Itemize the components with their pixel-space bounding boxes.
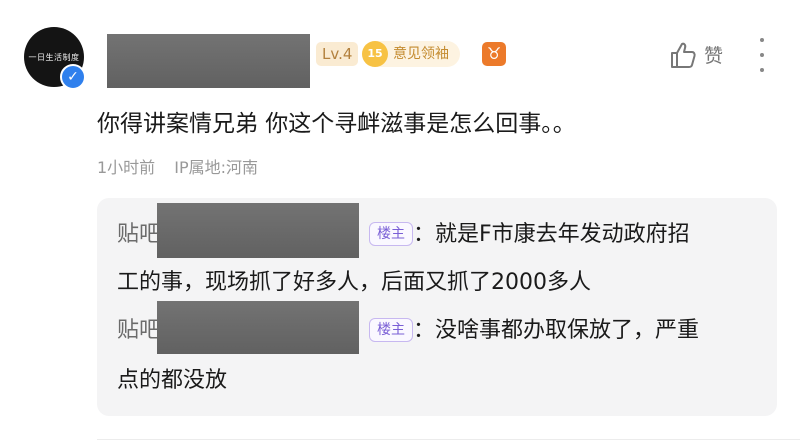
like-label[interactable]: 赞 xyxy=(704,41,723,68)
reply-1-host-badge: 楼主 xyxy=(369,222,414,246)
medal-label: 意见领袖 xyxy=(393,46,449,62)
reply-1-text-1: ：就是F市康去年发动政府招 xyxy=(413,222,690,247)
comment-meta: 1小时前 IP属地:河南 xyxy=(97,154,258,178)
avatar-text: 一日生活制度 xyxy=(28,52,80,62)
level-badge: Lv.4 xyxy=(316,42,359,66)
reply-1-author-redacted[interactable] xyxy=(157,203,359,258)
reply-2-host-badge: 楼主 xyxy=(369,318,414,342)
reply-2-author-redacted[interactable] xyxy=(157,301,359,354)
verified-check-icon: ✓ xyxy=(60,64,86,90)
thumbs-up-icon[interactable] xyxy=(668,40,698,70)
comment-text: 你得讲案情兄弟 你这个寻衅滋事是怎么回事。。 xyxy=(97,111,576,137)
reply-2-text-1: ：没啥事都办取保放了，严重 xyxy=(413,318,700,343)
comment-ip-location: IP属地:河南 xyxy=(174,158,259,177)
username-redacted[interactable] xyxy=(107,34,310,88)
divider xyxy=(97,439,800,440)
reply-2-text-2: 点的都没放 xyxy=(117,368,228,393)
medal-coin-icon: 15 xyxy=(362,41,388,67)
more-vertical-icon[interactable] xyxy=(752,38,772,72)
reply-2-author-prefix[interactable]: 贴吧 xyxy=(117,318,161,343)
medal-badge[interactable]: 15 意见领袖 xyxy=(362,41,460,67)
zodiac-taurus-icon: ♉ xyxy=(482,42,506,66)
reply-1-author-prefix[interactable]: 贴吧 xyxy=(117,222,161,247)
comment-time: 1小时前 xyxy=(97,158,156,177)
